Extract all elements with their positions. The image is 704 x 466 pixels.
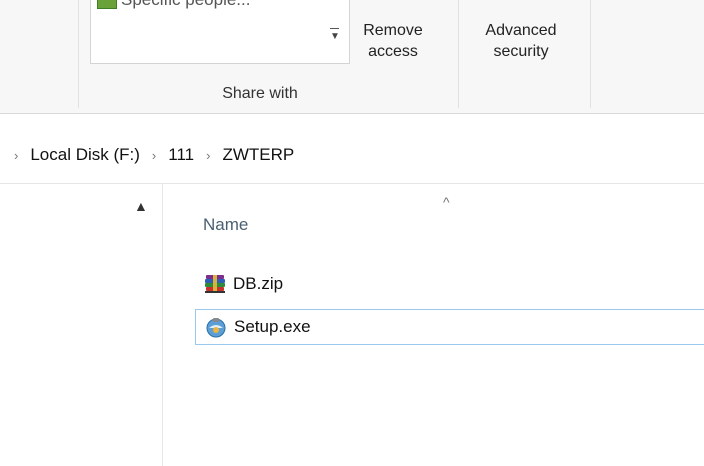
address-bar[interactable]: › Local Disk (F:) › 111 › ZWTERP [0, 127, 704, 184]
column-header-name[interactable]: Name [203, 215, 248, 235]
navigation-pane[interactable]: ▲ [0, 184, 165, 466]
pane-divider[interactable] [162, 184, 163, 466]
remove-access-label-line2: access [368, 43, 418, 60]
file-row-setup-exe[interactable]: Setup.exe [195, 309, 704, 345]
breadcrumb-local-disk[interactable]: Local Disk (F:) [30, 145, 140, 165]
scroll-up-icon[interactable]: ▲ [134, 198, 148, 214]
remove-access-label-line1: Remove [363, 22, 423, 39]
share-with-group-label: Share with [222, 85, 298, 102]
setup-exe-icon [206, 318, 226, 338]
share-with-list[interactable]: Specific people... [90, 0, 350, 64]
breadcrumb-folder-zwterp[interactable]: ZWTERP [222, 145, 294, 165]
advanced-security-label-line1: Advanced [485, 22, 557, 39]
file-row-db-zip[interactable]: DB.zip [195, 267, 704, 301]
ribbon: Specific people... ▼ Remove access Advan… [0, 0, 704, 114]
file-name: DB.zip [233, 274, 284, 293]
people-icon [97, 0, 117, 9]
ribbon-separator [458, 0, 459, 108]
breadcrumb-folder-111[interactable]: 111 [168, 145, 194, 165]
chevron-right-icon[interactable]: › [152, 148, 156, 163]
chevron-right-icon[interactable]: › [206, 148, 210, 163]
ribbon-separator [78, 0, 79, 108]
sort-ascending-icon: ^ [443, 194, 450, 210]
breadcrumb: › Local Disk (F:) › 111 › ZWTERP [14, 145, 294, 165]
chevron-right-icon[interactable]: › [14, 148, 18, 163]
winrar-archive-icon [205, 275, 225, 293]
file-name: Setup.exe [234, 317, 311, 336]
share-people-label: Specific people... [121, 0, 250, 9]
advanced-security-button[interactable]: Advanced security [466, 20, 576, 62]
advanced-security-label-line2: security [493, 43, 549, 60]
remove-access-button[interactable]: Remove access [358, 20, 428, 62]
ribbon-separator [590, 0, 591, 108]
share-specific-people-item[interactable]: Specific people... [97, 0, 250, 10]
share-list-dropdown-icon[interactable]: ▼ [330, 28, 340, 42]
